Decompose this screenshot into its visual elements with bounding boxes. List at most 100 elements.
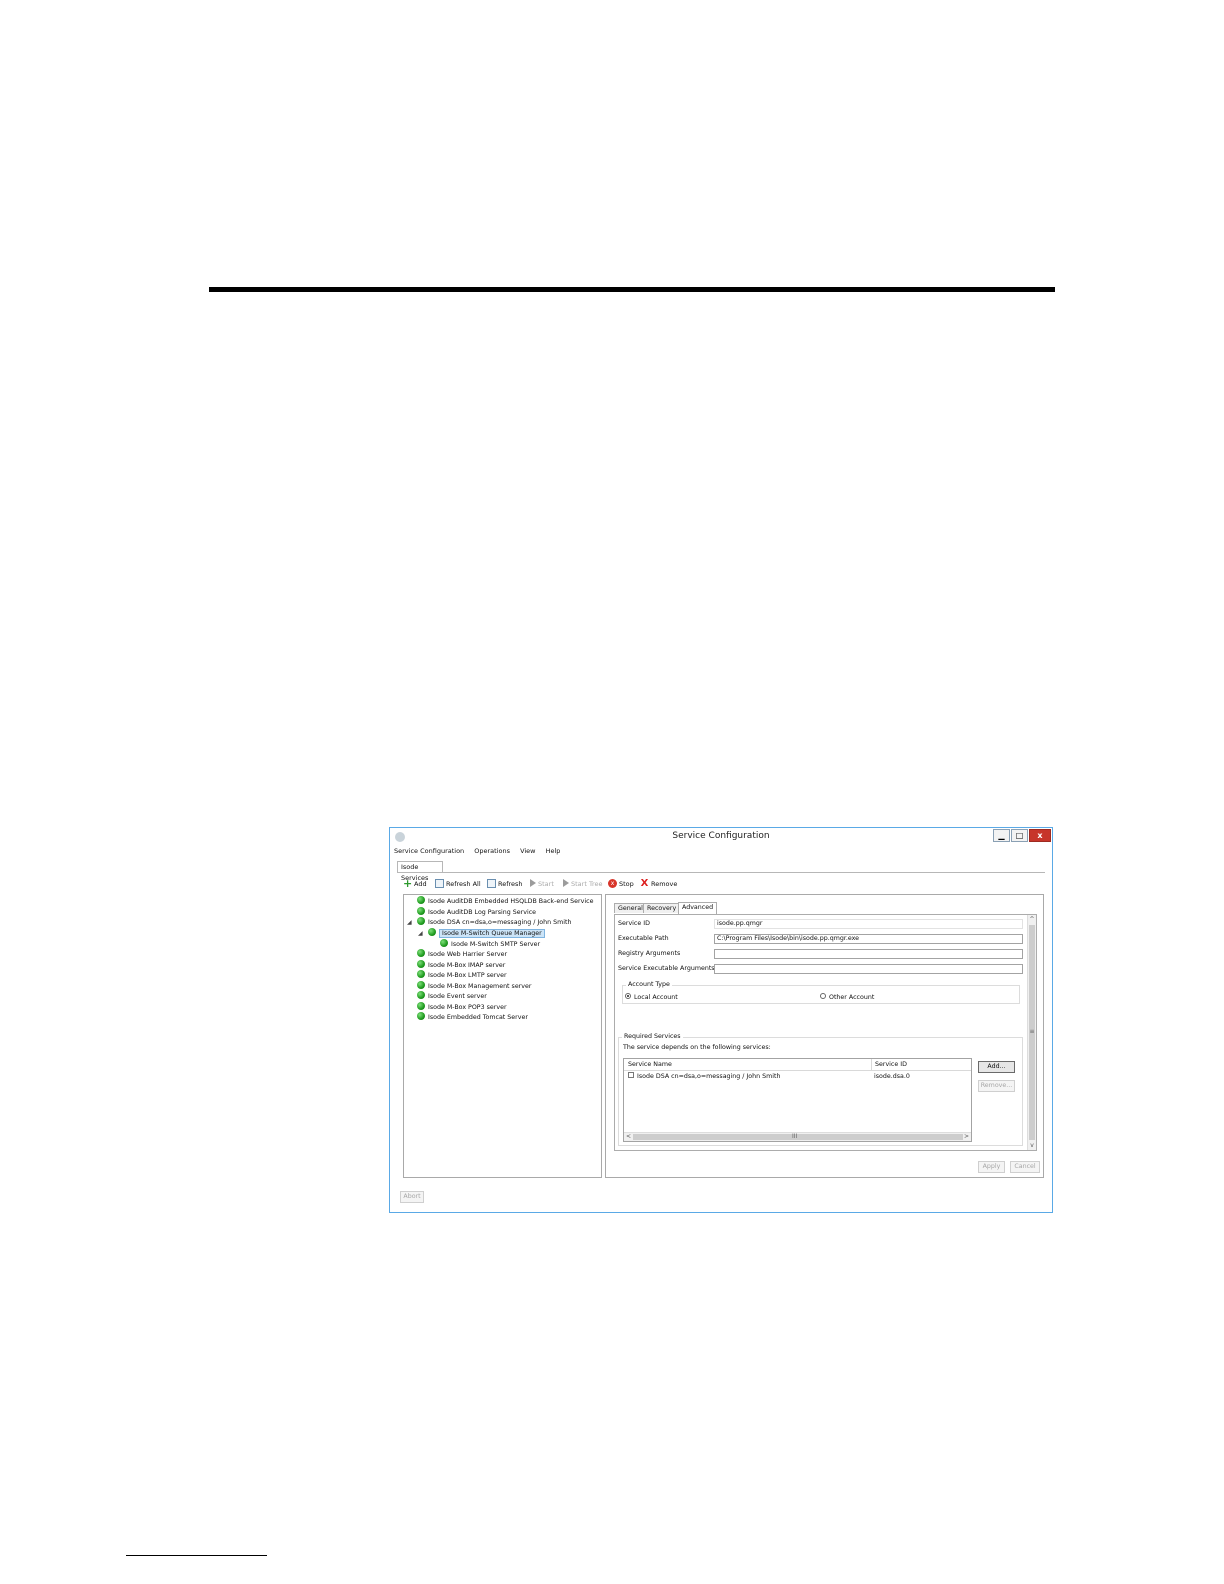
stop-button[interactable]: x Stop [608, 878, 634, 890]
running-status-icon [428, 928, 436, 936]
local-account-label: Local Account [634, 994, 678, 1001]
row-service-id: isode.dsa.0 [874, 1073, 910, 1080]
start-tree-label: Start Tree [571, 880, 603, 888]
horizontal-scroll-thumb[interactable] [633, 1134, 963, 1140]
refresh-icon [487, 878, 496, 888]
refresh-label: Refresh [498, 880, 523, 888]
scroll-grip-icon: III [792, 1133, 798, 1140]
services-tree: Isode AuditDB Embedded HSQLDB Back-end S… [403, 894, 602, 1178]
tree-item[interactable]: Isode AuditDB Embedded HSQLDB Back-end S… [417, 896, 593, 908]
service-executable-arguments-label: Service Executable Arguments [618, 965, 715, 972]
tree-item[interactable]: ◢ Isode DSA cn=dsa,o=messaging / John Smi… [407, 917, 571, 929]
other-account-label: Other Account [829, 994, 875, 1001]
registry-arguments-label: Registry Arguments [618, 950, 681, 957]
scroll-left-icon[interactable]: < [626, 1133, 631, 1141]
column-service-name[interactable]: Service Name [628, 1059, 672, 1070]
tree-item[interactable]: Isode M-Box LMTP server [417, 970, 507, 982]
required-services-table: Service Name Service ID Isode DSA cn=dsa… [623, 1058, 972, 1142]
expand-arrow-icon[interactable]: ◢ [407, 918, 412, 928]
refresh-all-icon [435, 878, 444, 888]
start-button[interactable]: Start [530, 879, 554, 890]
tab-general[interactable]: General [614, 903, 647, 913]
row-service-name: Isode DSA cn=dsa,o=messaging / John Smit… [628, 1071, 780, 1082]
other-account-radio[interactable]: Other Account [820, 993, 874, 1002]
tree-item[interactable]: Isode Web Harrier Server [417, 949, 507, 961]
running-status-icon [417, 960, 425, 968]
add-label: Add [414, 880, 427, 888]
running-status-icon [417, 1012, 425, 1020]
window-title: Service Configuration [672, 831, 770, 841]
radio-selected-icon [625, 993, 631, 999]
tab-isode-services[interactable]: Isode Services [397, 861, 443, 882]
remove-required-service-button[interactable]: Remove... [978, 1080, 1015, 1092]
add-toolbar-button[interactable]: + Add [403, 876, 427, 890]
menu-service-configuration[interactable]: Service Configuration [394, 847, 464, 855]
abort-button[interactable]: Abort [400, 1191, 424, 1203]
tab-advanced[interactable]: Advanced [678, 902, 718, 914]
start-label: Start [538, 880, 554, 888]
menu-help[interactable]: Help [546, 847, 561, 855]
running-status-icon [417, 949, 425, 957]
expand-arrow-icon[interactable]: ◢ [418, 929, 423, 939]
tree-item[interactable]: Isode Event server [417, 991, 487, 1003]
menu-bar: Service Configuration Operations View He… [394, 847, 568, 859]
executable-path-field[interactable]: C:\Program Files\Isode\bin\isode.pp.qmgr… [714, 934, 1023, 944]
cancel-button[interactable]: Cancel [1010, 1161, 1040, 1173]
tab-recovery[interactable]: Recovery [643, 903, 681, 913]
table-row[interactable]: Isode DSA cn=dsa,o=messaging / John Smit… [624, 1071, 971, 1082]
stop-label: Stop [619, 880, 634, 888]
row-checkbox[interactable] [628, 1072, 634, 1078]
running-status-icon [440, 939, 448, 947]
title-bar: Service Configuration ▁ □ x [390, 828, 1052, 846]
remove-icon: X [640, 877, 649, 889]
row-name-text: Isode DSA cn=dsa,o=messaging / John Smit… [637, 1073, 781, 1080]
remove-label: Remove [651, 880, 678, 888]
footnote-rule [126, 1555, 267, 1556]
menu-view[interactable]: View [520, 847, 535, 855]
scroll-right-icon[interactable]: > [964, 1133, 969, 1141]
scroll-down-icon[interactable]: v [1028, 1142, 1036, 1149]
maximize-button[interactable]: □ [1011, 829, 1028, 842]
stop-icon: x [608, 878, 617, 888]
add-icon: + [403, 876, 413, 890]
column-service-id[interactable]: Service ID [871, 1059, 907, 1070]
add-required-service-button[interactable]: Add... [978, 1061, 1015, 1073]
apply-button[interactable]: Apply [978, 1161, 1005, 1173]
scroll-grip-icon: ≡ [1029, 1028, 1035, 1035]
local-account-radio[interactable]: Local Account [625, 993, 678, 1002]
horizontal-scrollbar[interactable]: < III > [624, 1132, 971, 1141]
scroll-up-icon[interactable]: ^ [1028, 916, 1036, 923]
remove-toolbar-button[interactable]: X Remove [640, 877, 678, 890]
refresh-button[interactable]: Refresh [487, 878, 523, 890]
required-services-group: Required Services The service depends on… [618, 1033, 1023, 1146]
play-tree-icon [563, 879, 569, 887]
service-id-field[interactable]: isode.pp.qmgr [714, 919, 1023, 929]
running-status-icon [417, 1002, 425, 1010]
close-button[interactable]: x [1029, 829, 1051, 842]
tree-item[interactable]: Isode Embedded Tomcat Server [417, 1012, 528, 1024]
required-services-description: The service depends on the following ser… [623, 1044, 771, 1051]
running-status-icon [417, 970, 425, 978]
service-configuration-window: Service Configuration ▁ □ x Service Conf… [389, 827, 1053, 1213]
start-tree-button[interactable]: Start Tree [563, 879, 603, 890]
tab-divider [397, 872, 1045, 873]
service-details-panel: General Recovery Advanced Service ID iso… [605, 894, 1044, 1178]
radio-empty-icon [820, 993, 826, 999]
menu-operations[interactable]: Operations [474, 847, 510, 855]
service-id-label: Service ID [618, 920, 650, 927]
table-header: Service Name Service ID [624, 1059, 971, 1071]
registry-arguments-field[interactable] [714, 949, 1023, 959]
page-header-rule [209, 287, 1055, 292]
minimize-button[interactable]: ▁ [993, 829, 1010, 842]
executable-path-label: Executable Path [618, 935, 669, 942]
refresh-all-label: Refresh All [446, 880, 481, 888]
vertical-scrollbar[interactable]: ^ ≡ v [1027, 915, 1036, 1150]
running-status-icon [417, 981, 425, 989]
running-status-icon [417, 917, 425, 925]
refresh-all-button[interactable]: Refresh All [435, 878, 481, 890]
running-status-icon [417, 896, 425, 904]
account-type-legend: Account Type [626, 981, 672, 988]
running-status-icon [417, 991, 425, 999]
account-type-group: Account Type Local Account Other Account [622, 981, 1020, 1004]
service-executable-arguments-field[interactable] [714, 964, 1023, 974]
